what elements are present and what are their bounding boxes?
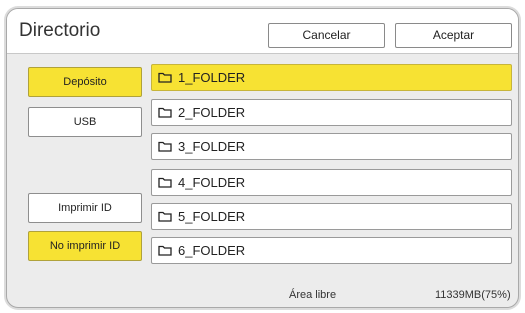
folder-label: 3_FOLDER (178, 139, 246, 154)
folder-icon (158, 107, 172, 118)
directory-dialog: Directorio Cancelar Aceptar Depósito USB… (6, 8, 519, 308)
folder-item-5[interactable]: 5_FOLDER (151, 203, 512, 230)
dialog-header: Directorio Cancelar Aceptar (7, 9, 518, 54)
folder-item-6[interactable]: 6_FOLDER (151, 237, 512, 264)
no-print-id-button[interactable]: No imprimir ID (28, 231, 142, 261)
folder-icon (158, 245, 172, 256)
folder-label: 4_FOLDER (178, 175, 246, 190)
folder-label: 5_FOLDER (178, 209, 246, 224)
folder-item-3[interactable]: 3_FOLDER (151, 133, 512, 160)
folder-item-1[interactable]: 1_FOLDER (151, 64, 512, 91)
dialog-title: Directorio (19, 20, 101, 41)
folder-icon (158, 72, 172, 83)
usb-button[interactable]: USB (28, 107, 142, 137)
folder-icon (158, 177, 172, 188)
accept-button[interactable]: Aceptar (395, 23, 512, 48)
folder-label: 6_FOLDER (178, 243, 246, 258)
print-id-button[interactable]: Imprimir ID (28, 193, 142, 223)
folder-icon (158, 141, 172, 152)
folder-item-4[interactable]: 4_FOLDER (151, 169, 512, 196)
free-area-value: 11339MB(75%) (435, 289, 511, 301)
cancel-button[interactable]: Cancelar (268, 23, 385, 48)
folder-label: 2_FOLDER (178, 105, 246, 120)
free-area-label: Área libre (289, 289, 337, 301)
storage-button[interactable]: Depósito (28, 67, 142, 97)
folder-label: 1_FOLDER (178, 70, 246, 85)
folder-icon (158, 211, 172, 222)
folder-item-2[interactable]: 2_FOLDER (151, 99, 512, 126)
